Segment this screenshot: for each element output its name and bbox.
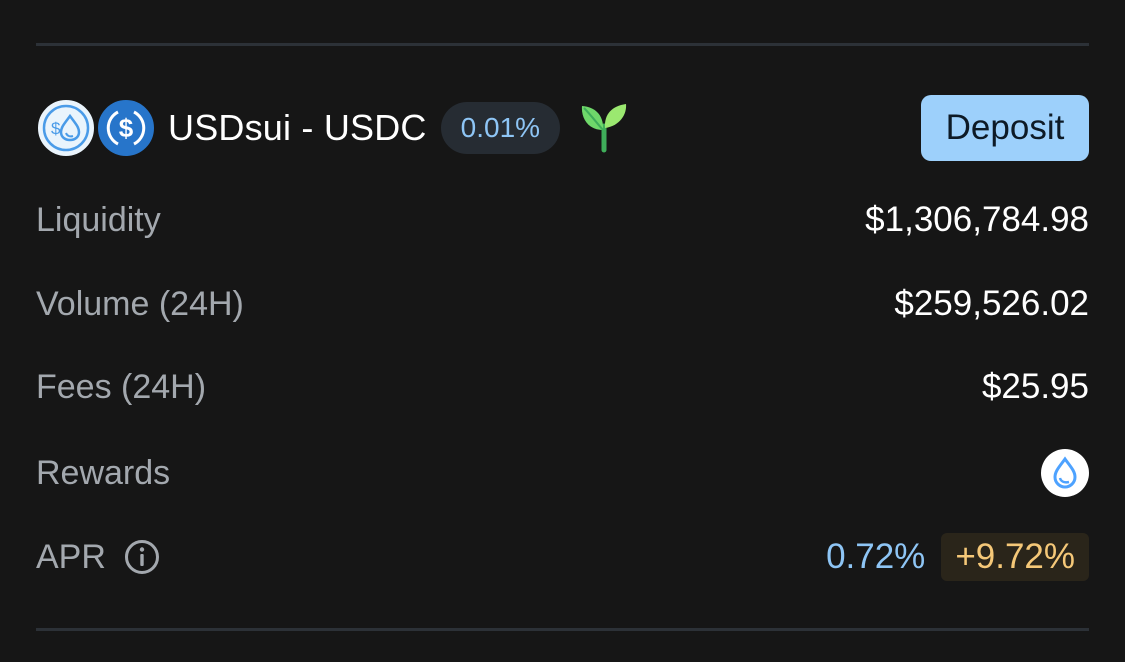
fee-tier-badge: 0.01%: [440, 102, 561, 154]
bottom-divider: [36, 628, 1089, 631]
token-pair-icons: $ $: [36, 98, 156, 158]
sui-token-icon[interactable]: [1041, 449, 1089, 497]
info-icon[interactable]: [124, 539, 160, 575]
usdc-token-icon: $: [96, 98, 156, 158]
liquidity-label: Liquidity: [36, 200, 161, 239]
top-divider: [36, 43, 1089, 46]
rewards-row: Rewards: [36, 443, 1089, 503]
svg-text:$: $: [119, 113, 134, 143]
pool-card: $ $ USDsui - USDC 0.01% Deposit Liquidit…: [0, 0, 1125, 662]
svg-text:$: $: [51, 119, 61, 138]
liquidity-row: Liquidity $1,306,784.98: [36, 190, 1089, 250]
volume-label: Volume (24H): [36, 284, 244, 323]
pool-header: $ $ USDsui - USDC 0.01% Deposit: [36, 95, 1089, 161]
fees-value: $25.95: [981, 367, 1089, 406]
apr-label-group: APR: [36, 538, 160, 577]
pool-pair-name: USDsui - USDC: [168, 107, 427, 148]
volume-row: Volume (24H) $259,526.02: [36, 274, 1089, 334]
rewards-label: Rewards: [36, 453, 171, 492]
usdsui-token-icon: $: [36, 98, 96, 158]
apr-values: 0.72% +9.72%: [826, 533, 1089, 581]
deposit-button[interactable]: Deposit: [921, 95, 1089, 161]
fees-row: Fees (24H) $25.95: [36, 357, 1089, 417]
apr-label: APR: [36, 537, 106, 576]
volume-value: $259,526.02: [894, 284, 1089, 323]
sprout-icon: [576, 100, 632, 156]
liquidity-value: $1,306,784.98: [865, 200, 1089, 239]
apr-bonus-badge[interactable]: +9.72%: [941, 533, 1089, 581]
apr-base-value: 0.72%: [826, 537, 926, 576]
fees-label: Fees (24H): [36, 367, 207, 406]
apr-row: APR 0.72% +9.72%: [36, 527, 1089, 587]
